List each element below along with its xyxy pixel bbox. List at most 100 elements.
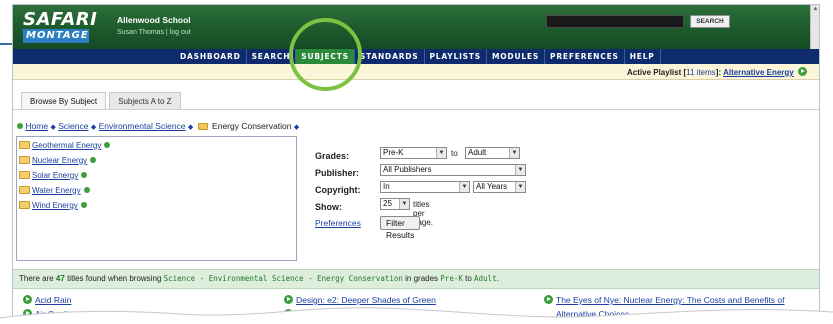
school-name: Allenwood School: [117, 15, 191, 25]
tab-subjects-a-to-z[interactable]: Subjects A to Z: [109, 92, 181, 109]
summary-grade-to: Adult: [474, 274, 497, 283]
subfolder-item[interactable]: Water Energy: [19, 186, 90, 195]
copyright-operator-value: In: [383, 182, 390, 191]
summary-grade-from: Pre-K: [440, 274, 463, 283]
folder-icon: [19, 201, 30, 209]
search-input[interactable]: [546, 15, 684, 28]
tab-browse-by-subject[interactable]: Browse By Subject: [21, 92, 107, 109]
folder-icon: [19, 141, 30, 149]
folder-icon: [19, 156, 30, 164]
playlist-count[interactable]: 11 items: [686, 68, 716, 77]
breadcrumb-science[interactable]: Science: [58, 121, 88, 131]
chevron-down-icon: ▼: [459, 182, 469, 192]
breadcrumb: Home ◆ Science ◆ Environmental Science ◆…: [17, 121, 299, 131]
breadcrumb-arrow-icon: ◆: [50, 124, 56, 131]
subfolder-link[interactable]: Nuclear Energy: [32, 156, 87, 165]
summary-mid: titles found when browsing: [67, 274, 162, 283]
grade-to-select[interactable]: Adult ▼: [465, 147, 520, 159]
active-playlist-bar: Active Playlist [11 items]: Alternative …: [13, 64, 819, 80]
publisher-label: Publisher:: [315, 168, 360, 178]
subfolder-item[interactable]: Solar Energy: [19, 171, 88, 180]
grades-label: Grades:: [315, 151, 350, 161]
subfolder-item[interactable]: Geothermal Energy: [19, 141, 111, 150]
scroll-up-icon[interactable]: ▲: [811, 5, 819, 14]
tab-divider: [13, 109, 819, 110]
main-nav: DASHBOARD SEARCH SUBJECTS STANDARDS PLAYLIST…: [13, 49, 819, 64]
search-button[interactable]: SEARCH: [690, 15, 730, 28]
folder-icon: [19, 171, 30, 179]
copyright-label: Copyright:: [315, 185, 361, 195]
breadcrumb-arrow-icon: ◆: [293, 124, 300, 131]
bullet-icon: [83, 187, 90, 193]
show-count-select[interactable]: 25 ▼: [380, 198, 410, 210]
playlist-name-link[interactable]: Alternative Energy: [723, 68, 794, 77]
nav-items: DASHBOARD SEARCH SUBJECTS STANDARDS PLAYLIST…: [175, 49, 661, 64]
torn-edge-decoration: [0, 307, 833, 324]
bullet-icon: [104, 142, 111, 148]
breadcrumb-environmental-science[interactable]: Environmental Science: [99, 121, 186, 131]
grade-to-word: to: [451, 149, 458, 158]
breadcrumb-arrow-icon: ◆: [90, 124, 97, 131]
breadcrumb-arrow-icon: ◆: [187, 124, 194, 131]
chevron-down-icon: ▼: [509, 148, 519, 158]
chevron-down-icon: ▼: [399, 199, 409, 209]
nav-item-dashboard[interactable]: DASHBOARD: [175, 49, 247, 64]
subfolder-link[interactable]: Water Energy: [32, 186, 81, 195]
bullet-icon: [90, 157, 97, 163]
summary-pre: There are: [19, 274, 54, 283]
playlist-suffix: ]:: [715, 68, 722, 77]
nav-item-modules[interactable]: MODULES: [487, 49, 546, 64]
breadcrumb-home[interactable]: Home: [25, 121, 48, 131]
bullet-icon: [81, 172, 88, 178]
folder-icon: [197, 123, 208, 130]
publisher-select[interactable]: All Publishers ▼: [380, 164, 526, 176]
summary-count: 47: [55, 274, 65, 283]
subfolder-link[interactable]: Solar Energy: [32, 171, 78, 180]
breadcrumb-current: Energy Conservation: [212, 121, 292, 131]
show-label: Show:: [315, 202, 342, 212]
grade-from-select[interactable]: Pre-K ▼: [380, 147, 447, 159]
copyright-years-select[interactable]: All Years ▼: [473, 181, 526, 193]
grade-to-value: Adult: [468, 148, 487, 157]
browser-page: SAFARI MONTAGE Allenwood School Susan Th…: [12, 4, 820, 322]
chevron-down-icon: ▼: [515, 165, 525, 175]
subjects-highlight-circle: [289, 18, 362, 91]
chevron-down-icon: ▼: [436, 148, 446, 158]
publisher-value: All Publishers: [383, 165, 432, 174]
nav-item-playlists[interactable]: PLAYLISTS: [425, 49, 487, 64]
nav-item-preferences[interactable]: PREFERENCES: [545, 49, 625, 64]
logo-wordmark-bottom: MONTAGE: [23, 29, 89, 43]
playlist-prefix: Active Playlist [: [627, 68, 687, 77]
subfolder-link[interactable]: Wind Energy: [32, 201, 78, 210]
summary-grades-pre: in grades: [405, 274, 439, 283]
user-name: Susan Thomas: [117, 29, 164, 36]
folder-icon: [19, 186, 30, 194]
subfolder-item[interactable]: Nuclear Energy: [19, 156, 97, 165]
copyright-years-value: All Years: [476, 182, 508, 191]
preferences-link[interactable]: Preferences: [315, 218, 361, 228]
summary-to: to: [465, 274, 472, 283]
top-header: SAFARI MONTAGE Allenwood School Susan Th…: [13, 5, 819, 65]
nav-item-help[interactable]: HELP: [625, 49, 661, 64]
summary-path: Science - Environmental Science - Energy…: [163, 274, 403, 283]
bullet-icon: [80, 202, 87, 208]
summary-end: .: [496, 274, 499, 283]
browse-tabs: Browse By Subject Subjects A to Z: [21, 92, 184, 109]
chevron-down-icon: ▼: [515, 182, 525, 192]
nav-item-standards[interactable]: STANDARDS: [355, 49, 425, 64]
results-summary: There are 47 titles found when browsing …: [13, 269, 819, 289]
logout-link[interactable]: log out: [170, 29, 191, 36]
copyright-operator-select[interactable]: In ▼: [380, 181, 470, 193]
subfolder-list: Geothermal Energy Nuclear Energy Solar Ene…: [16, 136, 297, 261]
subfolder-item[interactable]: Wind Energy: [19, 201, 87, 210]
active-playlist: Active Playlist [11 items]: Alternative …: [627, 67, 807, 77]
user-line: Susan Thomas | log out: [117, 29, 191, 36]
filter-results-button[interactable]: Filter Results: [380, 216, 421, 240]
logo-wordmark-top: SAFARI: [23, 9, 98, 30]
subfolder-link[interactable]: Geothermal Energy: [32, 141, 101, 150]
grade-from-value: Pre-K: [383, 148, 404, 157]
safari-montage-logo[interactable]: SAFARI MONTAGE: [23, 9, 105, 43]
go-arrow-icon[interactable]: [798, 67, 807, 76]
bullet-icon: [17, 123, 23, 129]
show-count-value: 25: [383, 199, 392, 208]
